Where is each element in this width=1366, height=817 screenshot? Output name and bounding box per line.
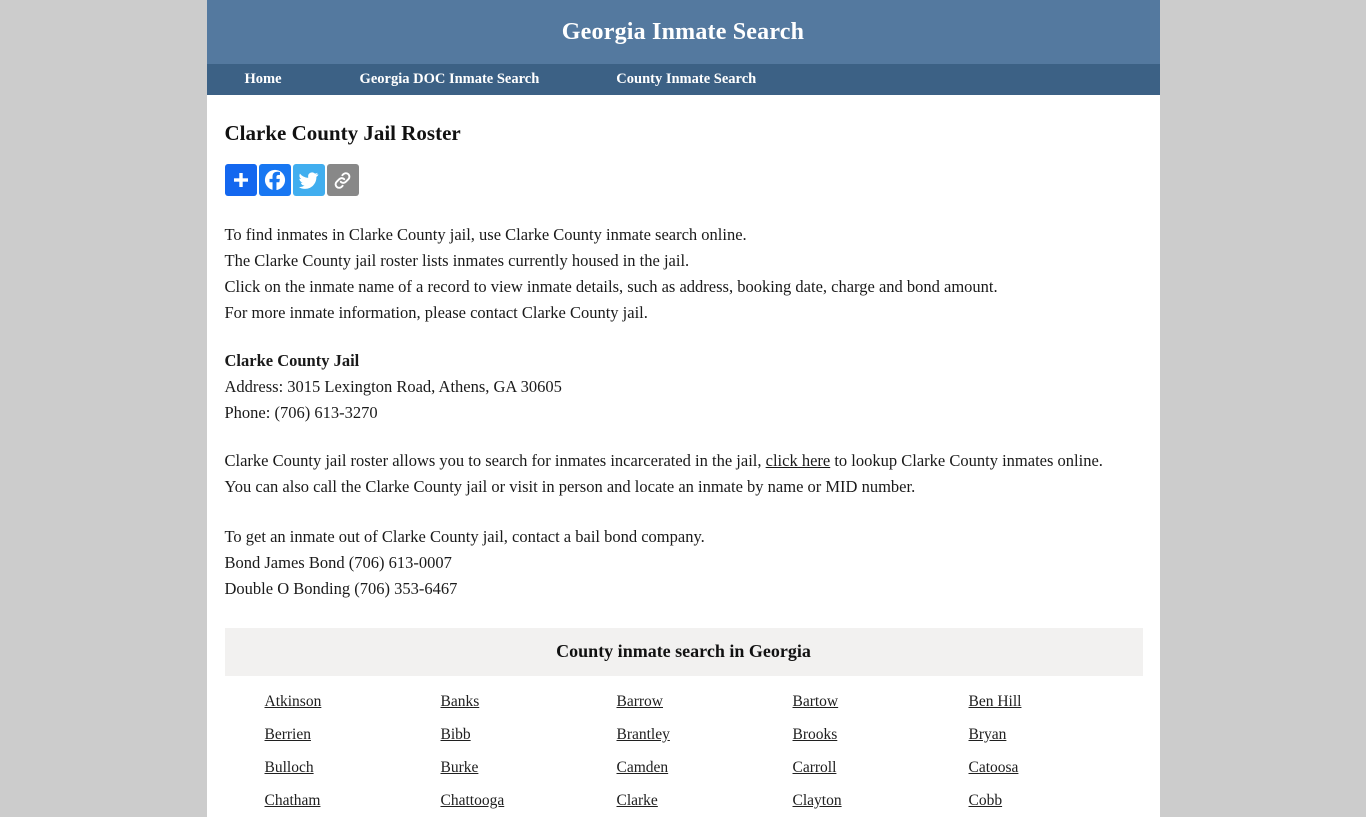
main-navigation: Home Georgia DOC Inmate Search County In…: [206, 64, 1160, 95]
main-content: Clarke County Jail Roster To find inmate…: [206, 121, 1160, 817]
intro-line-1: To find inmates in Clarke County jail, u…: [224, 225, 747, 244]
facebook-icon: [264, 169, 286, 191]
share-twitter-button[interactable]: [292, 164, 325, 196]
county-cell: Brooks: [793, 718, 969, 751]
page-title: Clarke County Jail Roster: [224, 121, 461, 145]
nav-item-county-inmate-search[interactable]: County Inmate Search: [616, 71, 756, 88]
table-spacer-row: [225, 676, 1143, 685]
county-cell: Berrien: [225, 718, 441, 751]
county-link-brooks[interactable]: Brooks: [793, 726, 838, 743]
share-more-button[interactable]: [224, 164, 257, 196]
county-link-barrow[interactable]: Barrow: [617, 693, 664, 710]
county-cell: Bartow: [793, 685, 969, 718]
county-cell: Chatham: [225, 784, 441, 817]
county-cell: Barrow: [617, 685, 793, 718]
county-link-bartow[interactable]: Bartow: [793, 693, 839, 710]
county-cell: Atkinson: [225, 685, 441, 718]
county-link-chatham[interactable]: Chatham: [265, 792, 321, 809]
roster-paragraph: Clarke County jail roster allows you to …: [225, 448, 1110, 500]
county-link-banks[interactable]: Banks: [441, 693, 480, 710]
bail-bond-company-2: Double O Bonding (706) 353-6467: [224, 579, 458, 598]
county-cell: Clayton: [793, 784, 969, 817]
bail-bond-block: To get an inmate out of Clarke County ja…: [225, 524, 1142, 602]
link-icon: [332, 170, 353, 191]
jail-info-block: Clarke County Jail Address: 3015 Lexingt…: [225, 348, 1142, 426]
county-link-bryan[interactable]: Bryan: [969, 726, 1007, 743]
intro-line-4: For more inmate information, please cont…: [224, 303, 648, 322]
intro-paragraph: To find inmates in Clarke County jail, u…: [225, 222, 1142, 326]
table-row: Atkinson Banks Barrow Bartow Ben Hill: [225, 685, 1143, 718]
county-search-table: County inmate search in Georgia Atkinson…: [224, 628, 1143, 817]
share-buttons-row: [224, 164, 1142, 196]
table-row: Berrien Bibb Brantley Brooks Bryan: [225, 718, 1143, 751]
county-table-body: Atkinson Banks Barrow Bartow Ben Hill Be…: [225, 676, 1143, 817]
county-table-heading: County inmate search in Georgia: [224, 628, 1143, 676]
county-link-clarke[interactable]: Clarke: [617, 792, 658, 809]
bail-line-1: To get an inmate out of Clarke County ja…: [224, 527, 705, 546]
county-cell: Cobb: [969, 784, 1143, 817]
roster-text-before: Clarke County jail roster allows you to …: [224, 451, 766, 470]
site-title: Georgia Inmate Search: [561, 18, 805, 45]
share-copylink-button[interactable]: [326, 164, 359, 196]
county-cell: Banks: [441, 685, 617, 718]
county-table-head: County inmate search in Georgia: [224, 628, 1143, 676]
county-cell: Clarke: [617, 784, 793, 817]
table-row: Chatham Chattooga Clarke Clayton Cobb: [225, 784, 1143, 817]
site-header: Georgia Inmate Search: [206, 0, 1160, 64]
county-link-berrien[interactable]: Berrien: [265, 726, 311, 743]
county-cell: Chattooga: [441, 784, 617, 817]
page-container: Georgia Inmate Search Home Georgia DOC I…: [206, 0, 1160, 817]
county-cell: Ben Hill: [969, 685, 1143, 718]
county-link-chattooga[interactable]: Chattooga: [441, 792, 505, 809]
jail-name: Clarke County Jail: [224, 351, 360, 370]
county-link-clayton[interactable]: Clayton: [793, 792, 842, 809]
plus-icon: [231, 170, 251, 190]
twitter-icon: [298, 170, 319, 191]
county-cell: Bibb: [441, 718, 617, 751]
intro-line-3: Click on the inmate name of a record to …: [224, 277, 998, 296]
share-facebook-button[interactable]: [258, 164, 291, 196]
jail-address: Address: 3015 Lexington Road, Athens, GA…: [224, 377, 562, 396]
nav-item-georgia-doc-inmate-search[interactable]: Georgia DOC Inmate Search: [360, 71, 540, 88]
county-cell: Bryan: [969, 718, 1143, 751]
intro-line-2: The Clarke County jail roster lists inma…: [224, 251, 690, 270]
county-link-brantley[interactable]: Brantley: [617, 726, 670, 743]
nav-item-home[interactable]: Home: [245, 71, 282, 88]
county-link-cobb[interactable]: Cobb: [969, 792, 1003, 809]
click-here-link[interactable]: click here: [766, 451, 831, 470]
county-link-ben-hill[interactable]: Ben Hill: [969, 693, 1022, 710]
county-cell: Brantley: [617, 718, 793, 751]
county-link-bibb[interactable]: Bibb: [441, 726, 471, 743]
jail-phone: Phone: (706) 613-3270: [224, 403, 378, 422]
bail-bond-company-1: Bond James Bond (706) 613-0007: [224, 553, 452, 572]
county-link-atkinson[interactable]: Atkinson: [265, 693, 322, 710]
